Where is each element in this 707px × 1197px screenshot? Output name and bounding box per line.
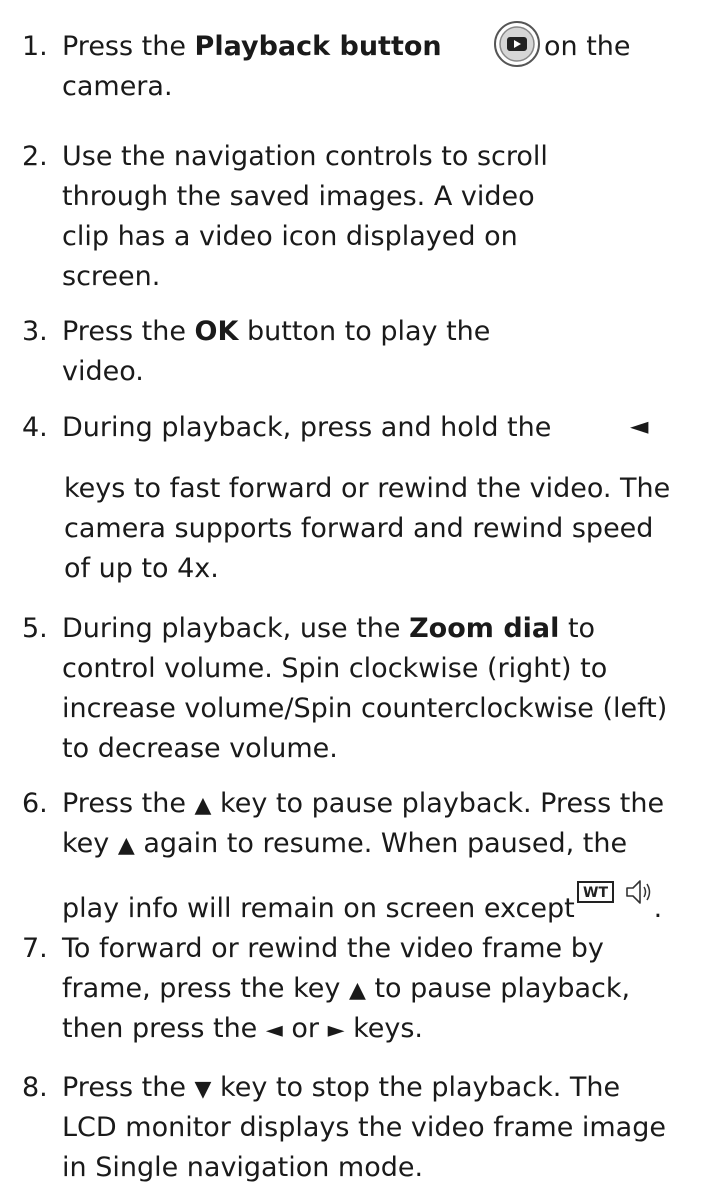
- wt-icon: WT: [576, 881, 614, 903]
- step-line: camera.: [62, 68, 173, 106]
- step-line: clip has a video icon displayed on: [62, 218, 518, 256]
- step-line: video.: [62, 353, 144, 391]
- step-text: screen.: [62, 261, 161, 292]
- step-line: keys to fast forward or rewind the video…: [64, 470, 670, 508]
- step-bold-text: Playback button: [194, 31, 442, 62]
- step-text: on the: [544, 31, 631, 62]
- step-text: Press the: [62, 31, 195, 62]
- step-text: key to pause playback. Press the: [211, 788, 665, 819]
- step-text: camera supports forward and rewind speed: [64, 513, 654, 544]
- step-text: Use the navigation controls to scroll: [62, 141, 548, 172]
- step-line: Press the ▼ key to stop the playback. Th…: [62, 1069, 620, 1109]
- step-bold-text: Zoom dial: [409, 613, 560, 644]
- step-text: Press the: [62, 1072, 195, 1103]
- step-line: to decrease volume.: [62, 730, 338, 768]
- step-text: Press the: [62, 316, 195, 347]
- step-text: through the saved images. A video: [62, 181, 535, 212]
- step-text: to pause playback,: [365, 973, 631, 1004]
- up-arrow-icon: ▲: [348, 978, 366, 1003]
- step-text: key to stop the playback. The: [211, 1072, 621, 1103]
- step-number: 4.: [22, 412, 48, 443]
- step-text: keys to fast forward or rewind the video…: [64, 473, 671, 504]
- step-text: To forward or rewind the video frame by: [62, 933, 604, 964]
- step-number: 3.: [22, 316, 48, 347]
- step-line: LCD monitor displays the video frame ima…: [62, 1109, 666, 1147]
- step-line: of up to 4x.: [64, 550, 219, 588]
- step-text: keys.: [344, 1013, 424, 1044]
- step-text: video.: [62, 356, 144, 387]
- step-line: control volume. Spin clockwise (right) t…: [62, 650, 607, 688]
- step-line: key ▲ again to resume. When paused, the: [62, 825, 627, 865]
- step-bold-text: OK: [194, 316, 239, 347]
- step-text: .: [653, 893, 663, 924]
- left-arrow-icon: ◄: [265, 1018, 283, 1043]
- step-line: Press the ▲ key to pause playback. Press…: [62, 785, 664, 825]
- speaker-icon: [625, 880, 650, 904]
- step-number: 5.: [22, 613, 48, 644]
- step-line: Use the navigation controls to scroll: [62, 138, 548, 176]
- step-text: camera.: [62, 71, 173, 102]
- playback-button-icon: [494, 21, 540, 67]
- step-text: again to resume. When paused, the: [134, 828, 628, 859]
- up-arrow-icon: ▲: [194, 793, 212, 818]
- step-line: play info will remain on screen except W…: [62, 877, 662, 928]
- step-text: then press the: [62, 1013, 266, 1044]
- step-line: During playback, press and hold the: [62, 409, 551, 447]
- step-line: To forward or rewind the video frame by: [62, 930, 604, 968]
- step-text: Press the: [62, 788, 195, 819]
- step-text: in Single navigation mode.: [62, 1152, 424, 1183]
- step-text: frame, press the key: [62, 973, 349, 1004]
- step-number: 8.: [22, 1072, 48, 1103]
- up-arrow-icon: ▲: [117, 833, 135, 858]
- left-arrow-icon: ◄: [630, 412, 649, 440]
- step-line: Press the OK button to play the: [62, 313, 490, 351]
- wt-label: WT: [583, 885, 608, 901]
- step-line: camera supports forward and rewind speed: [64, 510, 653, 548]
- step-line: increase volume/Spin counterclockwise (l…: [62, 690, 667, 728]
- step-line: on the: [544, 28, 631, 66]
- step-line: frame, press the key ▲ to pause playback…: [62, 970, 630, 1010]
- step-number: 6.: [22, 788, 48, 819]
- step-text: or: [282, 1013, 328, 1044]
- step-text: to: [559, 613, 596, 644]
- step-text: During playback, press and hold the: [62, 412, 552, 443]
- step-text: play info will remain on screen except: [62, 893, 575, 924]
- step-text: clip has a video icon displayed on: [62, 221, 518, 252]
- step-line: During playback, use the Zoom dial to: [62, 610, 595, 648]
- step-text: of up to 4x.: [64, 553, 219, 584]
- down-arrow-icon: ▼: [194, 1077, 212, 1102]
- step-text: increase volume/Spin counterclockwise (l…: [62, 693, 668, 724]
- step-number: 1.: [22, 31, 48, 62]
- step-text: LCD monitor displays the video frame ima…: [62, 1112, 666, 1143]
- step-number: 7.: [22, 933, 48, 964]
- step-text: to decrease volume.: [62, 733, 338, 764]
- right-arrow-icon: ►: [327, 1018, 345, 1043]
- step-text: button to play the: [238, 316, 491, 347]
- step-line: in Single navigation mode.: [62, 1149, 423, 1187]
- step-line: through the saved images. A video: [62, 178, 535, 216]
- step-line: then press the ◄ or ► keys.: [62, 1010, 423, 1050]
- step-text: During playback, use the: [62, 613, 410, 644]
- step-line: screen.: [62, 258, 160, 296]
- step-text: key: [62, 828, 118, 859]
- step-text: control volume. Spin clockwise (right) t…: [62, 653, 608, 684]
- step-number: 2.: [22, 141, 48, 172]
- step-line: Press the Playback button: [62, 28, 442, 66]
